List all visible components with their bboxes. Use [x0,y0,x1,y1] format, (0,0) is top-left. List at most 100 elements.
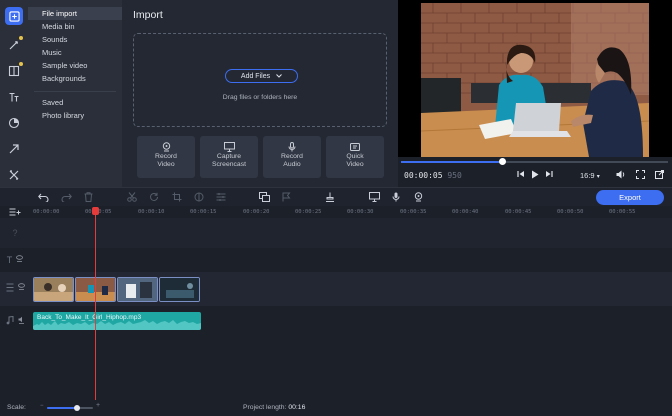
import-icon [5,7,23,25]
project-length: Project length: 00:16 [243,404,305,411]
play-icon[interactable] [531,170,539,181]
tool-more[interactable] [0,162,28,188]
clip-properties-icon[interactable] [215,191,227,203]
tool-titles[interactable] [0,84,28,110]
marker-icon[interactable] [280,191,292,203]
tool-motion[interactable] [0,136,28,162]
ruler-tick: 00:00:35 [400,209,427,215]
cut-icon[interactable] [126,191,138,203]
time-current: 00:00:05 [404,171,443,180]
ruler-tick: 00:00:55 [609,209,636,215]
category-backgrounds[interactable]: Backgrounds [28,72,122,85]
quick-video-button[interactable]: Quick Video [326,136,384,178]
ruler-tick: 00:00:15 [190,209,217,215]
video-clip[interactable] [117,277,158,302]
record-video-line2: Video [157,161,175,168]
chevron-down-icon [276,73,282,80]
mute-icon[interactable] [18,312,25,330]
scale-slider[interactable] [47,405,93,411]
category-music[interactable]: Music [28,46,122,59]
timeline-ruler[interactable]: 00:00:00 00:00:05 00:00:10 00:00:15 00:0… [0,206,672,218]
music-note-icon [6,312,14,330]
previous-frame-icon[interactable] [517,170,525,180]
video-track-controls [0,280,30,296]
import-panel: Import Add Files Drag files or folders h… [122,0,398,187]
detach-preview-icon[interactable] [655,170,664,181]
audio-track-controls [0,313,30,329]
aspect-ratio-select[interactable]: 16:9 ▾ [580,171,600,180]
playhead[interactable] [92,207,99,400]
quick-video-line1: Quick [346,153,364,160]
capture-screencast-button[interactable]: Capture Screencast [200,136,258,178]
category-media-bin[interactable]: Media bin [28,20,122,33]
category-sample-video[interactable]: Sample video [28,59,122,72]
tool-filters[interactable] [0,110,28,136]
next-frame-icon[interactable] [545,170,553,180]
seek-handle[interactable] [499,158,507,165]
preview-panel: 00:00:05 950 16:9 ▾ [398,0,672,187]
export-button[interactable]: Export [596,190,664,205]
tool-rail [0,0,28,187]
ruler-tick: 00:00:50 [557,209,584,215]
timeline-toolbar: Export [0,187,672,206]
category-photo-library[interactable]: Photo library [28,109,122,122]
more-tools-icon [5,166,23,184]
redo-icon[interactable] [60,191,72,203]
category-sounds[interactable]: Sounds [28,33,122,46]
text-track [0,248,672,272]
color-adjust-icon[interactable] [193,191,205,203]
seek-bar[interactable] [401,158,668,165]
ruler-tick: 00:00:00 [33,209,60,215]
motion-icon [5,140,23,158]
filters-icon [5,114,23,132]
panel-title: Import [133,9,163,21]
eye-icon[interactable] [16,251,24,269]
zoom-in-icon[interactable]: + [96,402,100,409]
capture-screencast-line1: Capture [216,153,242,160]
video-track-icon [6,279,14,297]
scale-slider-fill [47,407,77,409]
record-video-line1: Record [155,153,177,160]
ruler-tick: 00:00:10 [138,209,165,215]
delete-icon[interactable] [82,191,94,203]
overlay-icon[interactable] [258,191,270,203]
category-saved[interactable]: Saved [28,96,122,109]
quick-video-icon [326,141,384,152]
audio-levels-icon[interactable] [324,191,336,203]
video-editor: File import Media bin Sounds Music Sampl… [0,0,672,416]
tool-transitions[interactable] [0,58,28,84]
player-controls: 00:00:05 950 16:9 ▾ [398,157,672,187]
help-track [0,218,672,248]
webcam-icon [137,141,195,152]
record-audio-button[interactable]: Record Audio [263,136,321,178]
audio-clip[interactable]: Back_To_Make_It_Girl_Hiphop.mp3 [33,312,201,330]
video-clip[interactable] [33,277,74,302]
category-file-import[interactable]: File import [28,7,122,20]
scale-slider-handle[interactable] [73,405,80,411]
drop-zone[interactable]: Add Files Drag files or folders here [133,33,387,127]
add-track-icon[interactable] [4,206,26,218]
add-files-label: Add Files [240,72,271,80]
volume-icon[interactable] [616,170,626,181]
fullscreen-icon[interactable] [636,170,645,181]
playhead-handle[interactable] [92,207,99,215]
new-badge [19,36,23,40]
zoom-out-icon[interactable]: − [40,403,44,409]
ruler-tick: 00:00:25 [295,209,322,215]
undo-icon[interactable] [37,191,49,203]
capture-screencast-line2: Screencast [211,161,246,168]
video-clip[interactable] [159,277,200,302]
tool-import[interactable] [0,0,28,32]
tool-effects[interactable] [0,32,28,58]
screen-record-icon[interactable] [368,191,380,203]
preview-frame [421,3,649,157]
chevron-down-icon: ▾ [596,174,600,180]
eye-icon[interactable] [17,279,25,297]
webcam-record-icon[interactable] [412,191,424,203]
record-video-button[interactable]: Record Video [137,136,195,178]
help-icon[interactable]: ? [0,226,30,240]
voiceover-icon[interactable] [390,191,402,203]
add-files-button[interactable]: Add Files [225,69,298,83]
crop-icon[interactable] [171,191,183,203]
rotate-icon[interactable] [148,191,160,203]
